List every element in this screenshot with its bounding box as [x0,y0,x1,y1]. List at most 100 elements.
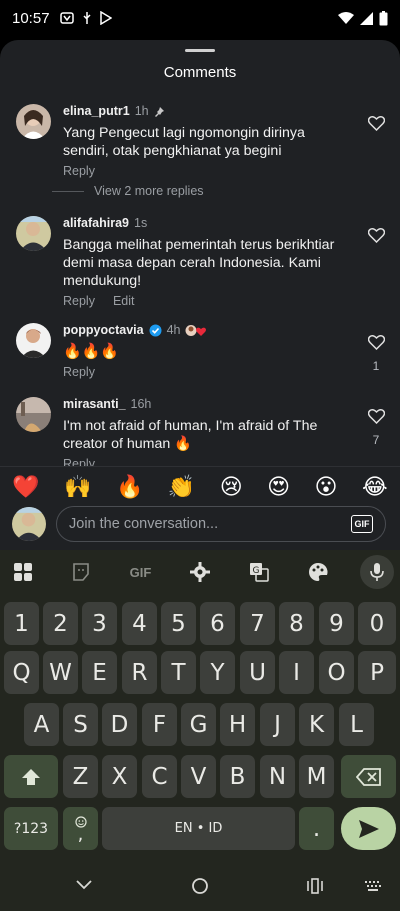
like-button[interactable] [366,116,386,136]
key-h[interactable]: H [220,703,255,746]
key-i[interactable]: I [279,651,314,694]
settings-button[interactable] [180,552,219,592]
edit-button[interactable]: Edit [113,294,135,308]
avatar[interactable] [16,323,51,358]
like-button[interactable] [366,228,386,248]
key-x[interactable]: X [102,755,137,798]
comment-input[interactable] [69,516,351,532]
key-8[interactable]: 8 [279,602,314,645]
sticker-button[interactable] [61,552,100,592]
avatar[interactable] [16,104,51,139]
period-key[interactable]: . [299,807,334,850]
keyboard-toolbar: GIF G [0,550,400,594]
translate-icon: G [249,563,269,582]
emoji-cry[interactable]: 😢 [220,474,243,500]
key-7[interactable]: 7 [240,602,275,645]
key-q[interactable]: Q [4,651,39,694]
comment-username[interactable]: alifafahira9 [63,216,129,230]
home-circle-icon [192,878,208,894]
like-count: 7 [372,433,380,447]
emoji-comma-key[interactable]: , [63,807,98,850]
system-nav-bar [0,862,400,911]
emoji-wow[interactable]: 😮 [315,474,338,500]
keyboard-switch-button[interactable] [365,880,381,898]
key-b[interactable]: B [220,755,255,798]
recents-button[interactable] [306,878,324,899]
replies-divider [52,190,84,192]
key-r[interactable]: R [122,651,157,694]
key-v[interactable]: V [181,755,216,798]
key-k[interactable]: K [299,703,334,746]
voice-input-button[interactable] [360,555,394,589]
key-u[interactable]: U [240,651,275,694]
key-y[interactable]: Y [200,651,235,694]
send-key[interactable] [341,807,396,850]
shift-key[interactable] [4,755,58,798]
key-6[interactable]: 6 [200,602,235,645]
like-button[interactable]: 7 [366,409,386,447]
theme-button[interactable] [298,552,337,592]
key-1[interactable]: 1 [4,602,39,645]
view-more-replies[interactable]: View 2 more replies [52,184,204,198]
back-button[interactable] [75,878,93,896]
sheet-drag-handle[interactable] [185,49,215,52]
key-t[interactable]: T [161,651,196,694]
emoji-raised-hands[interactable]: 🙌 [64,474,91,500]
comment-time: 1h [134,104,149,118]
emoji-laugh[interactable]: 😂 [362,474,388,500]
key-4[interactable]: 4 [122,602,157,645]
key-z[interactable]: Z [63,755,98,798]
key-w[interactable]: W [43,651,78,694]
home-button[interactable] [191,877,209,900]
comment-time: 16h [130,397,152,411]
chevron-down-icon [76,880,92,890]
emoji-clap[interactable]: 👏 [168,474,195,500]
key-j[interactable]: J [260,703,295,746]
key-g[interactable]: G [181,703,216,746]
key-p[interactable]: P [358,651,396,694]
send-icon [358,819,379,838]
gif-keyboard-button[interactable]: GIF [121,552,160,592]
translate-button[interactable]: G [239,552,278,592]
key-5[interactable]: 5 [161,602,196,645]
emoji-fire[interactable]: 🔥 [116,474,143,500]
gif-button[interactable]: GIF [351,515,373,533]
key-f[interactable]: F [142,703,177,746]
key-c[interactable]: C [142,755,177,798]
like-button[interactable]: 1 [366,335,386,373]
apps-grid-button[interactable] [3,552,42,592]
verified-badge-icon [149,324,162,336]
backspace-key[interactable] [341,755,396,798]
comment-username[interactable]: elina_putr1 [63,104,130,118]
key-m[interactable]: M [299,755,334,798]
space-key[interactable]: EN • ID [102,807,295,850]
key-n[interactable]: N [260,755,295,798]
comment-username[interactable]: mirasanti_ [63,397,126,411]
heart-icon [367,409,385,425]
keyboard-icon [365,881,381,891]
key-l[interactable]: L [339,703,374,746]
reply-button[interactable]: Reply [63,365,95,379]
key-3[interactable]: 3 [82,602,117,645]
key-2[interactable]: 2 [43,602,78,645]
comment-username[interactable]: poppyoctavia [63,323,144,337]
emoji-heart[interactable]: ❤️ [12,474,39,500]
shift-icon [22,768,40,785]
reply-button[interactable]: Reply [63,294,95,308]
reply-button[interactable]: Reply [63,164,95,178]
sheet-title: Comments [163,64,237,81]
avatar[interactable] [16,397,51,432]
symbols-key[interactable]: ?123 [4,807,58,850]
heart-icon [367,116,385,132]
key-9[interactable]: 9 [319,602,354,645]
key-o[interactable]: O [319,651,354,694]
key-e[interactable]: E [82,651,117,694]
key-0[interactable]: 0 [358,602,396,645]
avatar[interactable] [16,216,51,251]
key-d[interactable]: D [102,703,137,746]
key-s[interactable]: S [63,703,98,746]
comment-input-box[interactable]: GIF [56,506,386,542]
comment-text: 🔥🔥🔥 [63,343,120,360]
key-a[interactable]: A [24,703,59,746]
emoji-heart-eyes[interactable]: 😍 [267,474,290,500]
